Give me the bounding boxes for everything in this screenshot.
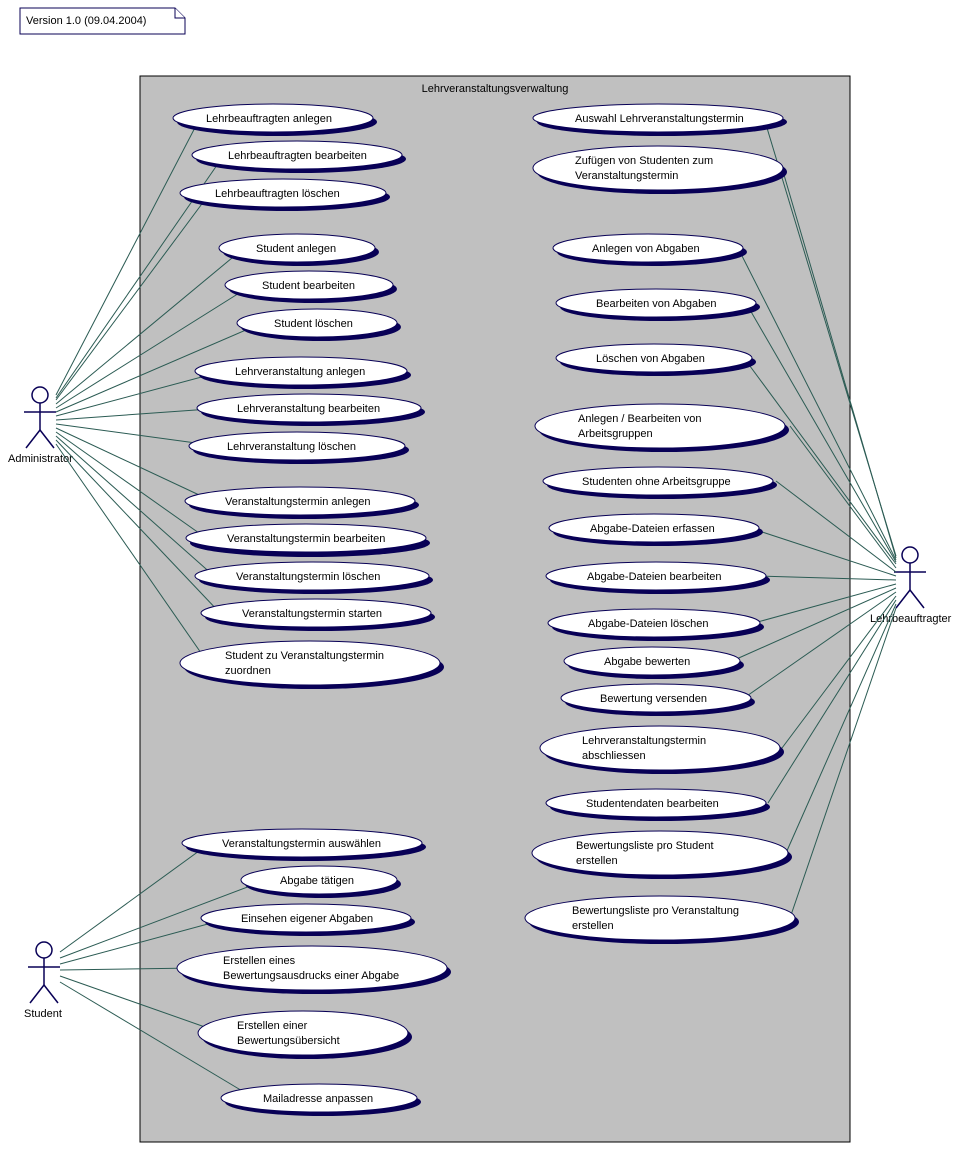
svg-text:Student löschen: Student löschen (274, 318, 353, 330)
svg-text:Bewertungsübersicht: Bewertungsübersicht (237, 1035, 340, 1047)
uc-student-zuordnen: Student zu Veranstaltungstermin zuordnen (180, 641, 444, 689)
svg-text:Abgabe-Dateien erfassen: Abgabe-Dateien erfassen (590, 523, 715, 535)
svg-text:Student anlegen: Student anlegen (256, 243, 336, 255)
actor-lehrbeauftragter: Lehrbeauftragter (870, 547, 952, 625)
svg-text:zuordnen: zuordnen (225, 665, 271, 677)
actor-student: Student (24, 942, 62, 1020)
uc-abgabedateien-erfassen: Abgabe-Dateien erfassen (549, 514, 763, 546)
uc-lehrbeauftragten-loeschen: Lehrbeauftragten löschen (180, 179, 390, 211)
uc-veranstaltungstermin-auswaehlen: Veranstaltungstermin auswählen (182, 829, 426, 861)
svg-text:Erstellen einer: Erstellen einer (237, 1020, 308, 1032)
uc-abgaben-anlegen: Anlegen von Abgaben (553, 234, 747, 266)
uc-lvt-abschliessen: Lehrveranstaltungstermin abschliessen (540, 726, 784, 774)
svg-text:Abgabe tätigen: Abgabe tätigen (280, 875, 354, 887)
actor-student-label: Student (24, 1008, 62, 1020)
uc-lehrbeauftragten-bearbeiten: Lehrbeauftragten bearbeiten (192, 141, 406, 173)
uc-student-anlegen: Student anlegen (219, 234, 379, 266)
svg-text:Veranstaltungstermin löschen: Veranstaltungstermin löschen (236, 571, 380, 583)
svg-text:Zufügen von Studenten zum: Zufügen von Studenten zum (575, 155, 713, 167)
uc-lehrveranstaltung-anlegen: Lehrveranstaltung anlegen (195, 357, 411, 389)
svg-text:Veranstaltungstermin auswählen: Veranstaltungstermin auswählen (222, 838, 381, 850)
system-title: Lehrveranstaltungsverwaltung (422, 83, 569, 95)
svg-text:Bearbeiten von Abgaben: Bearbeiten von Abgaben (596, 298, 717, 310)
svg-text:Erstellen eines: Erstellen eines (223, 955, 296, 967)
uc-abgabe-bewerten: Abgabe bewerten (564, 647, 744, 679)
svg-text:Bewertung versenden: Bewertung versenden (600, 693, 707, 705)
svg-text:Lehrbeauftragten anlegen: Lehrbeauftragten anlegen (206, 113, 332, 125)
version-note: Version 1.0 (09.04.2004) (20, 8, 185, 34)
uc-studenten-ohne-ag: Studenten ohne Arbeitsgruppe (543, 467, 777, 499)
uc-bewertungsausdruck: Erstellen eines Bewertungsausdrucks einer… (177, 946, 451, 994)
svg-text:Lehrveranstaltungstermin: Lehrveranstaltungstermin (582, 735, 706, 747)
svg-text:Lehrveranstaltung bearbeiten: Lehrveranstaltung bearbeiten (237, 403, 380, 415)
svg-text:Abgabe bewerten: Abgabe bewerten (604, 656, 690, 668)
svg-text:Student bearbeiten: Student bearbeiten (262, 280, 355, 292)
actor-administrator: Administrator (8, 387, 73, 465)
uc-abgaben-loeschen: Löschen von Abgaben (556, 344, 756, 376)
svg-text:Bewertungsliste pro Student: Bewertungsliste pro Student (576, 840, 714, 852)
svg-text:Bewertungsliste pro Veranstalt: Bewertungsliste pro Veranstaltung (572, 905, 739, 917)
uc-bewertungsliste-veranstaltung: Bewertungsliste pro Veranstaltung erstell… (525, 896, 799, 944)
svg-text:Anlegen / Bearbeiten von: Anlegen / Bearbeiten von (578, 413, 702, 425)
svg-text:Lehrbeauftragten bearbeiten: Lehrbeauftragten bearbeiten (228, 150, 367, 162)
svg-text:erstellen: erstellen (576, 855, 618, 867)
svg-text:Auswahl Lehrveranstaltungsterm: Auswahl Lehrveranstaltungstermin (575, 113, 744, 125)
uc-einsehen-eigener-abgaben: Einsehen eigener Abgaben (201, 904, 415, 936)
svg-text:Veranstaltungstermin bearbeite: Veranstaltungstermin bearbeiten (227, 533, 385, 545)
uc-abgabedateien-bearbeiten: Abgabe-Dateien bearbeiten (546, 562, 770, 594)
uc-lehrveranstaltung-loeschen: Lehrveranstaltung löschen (189, 432, 409, 464)
uc-mailadresse-anpassen: Mailadresse anpassen (221, 1084, 421, 1116)
uc-bewertungsuebersicht: Erstellen einer Bewertungsübersicht (198, 1011, 412, 1059)
uc-bewertungsliste-student: Bewertungsliste pro Student erstellen (532, 831, 792, 879)
uc-abgaben-bearbeiten: Bearbeiten von Abgaben (556, 289, 760, 321)
uc-abgabedateien-loeschen: Abgabe-Dateien löschen (548, 609, 764, 641)
uc-abgabe-taetigen: Abgabe tätigen (241, 866, 401, 898)
svg-text:erstellen: erstellen (572, 920, 614, 932)
svg-text:Mailadresse anpassen: Mailadresse anpassen (263, 1093, 373, 1105)
svg-text:Abgabe-Dateien löschen: Abgabe-Dateien löschen (588, 618, 708, 630)
uc-bewertung-versenden: Bewertung versenden (561, 684, 755, 716)
svg-text:Veranstaltungstermin: Veranstaltungstermin (575, 170, 678, 182)
svg-text:Veranstaltungstermin starten: Veranstaltungstermin starten (242, 608, 382, 620)
svg-text:Lehrveranstaltung löschen: Lehrveranstaltung löschen (227, 441, 356, 453)
svg-text:Anlegen von Abgaben: Anlegen von Abgaben (592, 243, 700, 255)
svg-text:Bewertungsausdrucks einer Abga: Bewertungsausdrucks einer Abgabe (223, 970, 399, 982)
svg-text:Student zu Veranstaltungstermi: Student zu Veranstaltungstermin (225, 650, 384, 662)
svg-text:Studentendaten bearbeiten: Studentendaten bearbeiten (586, 798, 719, 810)
svg-text:Veranstaltungstermin anlegen: Veranstaltungstermin anlegen (225, 496, 371, 508)
svg-text:Löschen von Abgaben: Löschen von Abgaben (596, 353, 705, 365)
uc-arbeitsgruppen: Anlegen / Bearbeiten von Arbeitsgruppen (535, 404, 789, 452)
uc-lehrveranstaltung-bearbeiten: Lehrveranstaltung bearbeiten (197, 394, 425, 426)
svg-text:Einsehen eigener Abgaben: Einsehen eigener Abgaben (241, 913, 373, 925)
svg-text:Studenten ohne Arbeitsgruppe: Studenten ohne Arbeitsgruppe (582, 476, 731, 488)
uc-auswahl-lehrveranstaltungstermin: Auswahl Lehrveranstaltungstermin (533, 104, 787, 136)
usecase-diagram: Version 1.0 (09.04.2004) Lehrveranstaltu… (0, 0, 960, 1151)
uc-student-bearbeiten: Student bearbeiten (225, 271, 397, 303)
svg-text:Lehrveranstaltung anlegen: Lehrveranstaltung anlegen (235, 366, 365, 378)
version-note-text: Version 1.0 (09.04.2004) (26, 15, 146, 27)
svg-text:Lehrbeauftragten löschen: Lehrbeauftragten löschen (215, 188, 340, 200)
uc-zufuegen-studenten: Zufügen von Studenten zum Veranstaltungst… (533, 146, 787, 194)
uc-studentendaten-bearbeiten: Studentendaten bearbeiten (546, 789, 770, 821)
uc-student-loeschen: Student löschen (237, 309, 401, 341)
svg-text:Arbeitsgruppen: Arbeitsgruppen (578, 428, 653, 440)
uc-veranstaltungstermin-bearbeiten: Veranstaltungstermin bearbeiten (186, 524, 430, 557)
uc-veranstaltungstermin-anlegen: Veranstaltungstermin anlegen (185, 487, 419, 519)
uc-veranstaltungstermin-starten: Veranstaltungstermin starten (201, 599, 435, 631)
uc-veranstaltungstermin-loeschen: Veranstaltungstermin löschen (195, 562, 433, 594)
svg-text:Abgabe-Dateien bearbeiten: Abgabe-Dateien bearbeiten (587, 571, 722, 583)
uc-lehrbeauftragten-anlegen: Lehrbeauftragten anlegen (173, 104, 377, 136)
svg-text:abschliessen: abschliessen (582, 750, 646, 762)
